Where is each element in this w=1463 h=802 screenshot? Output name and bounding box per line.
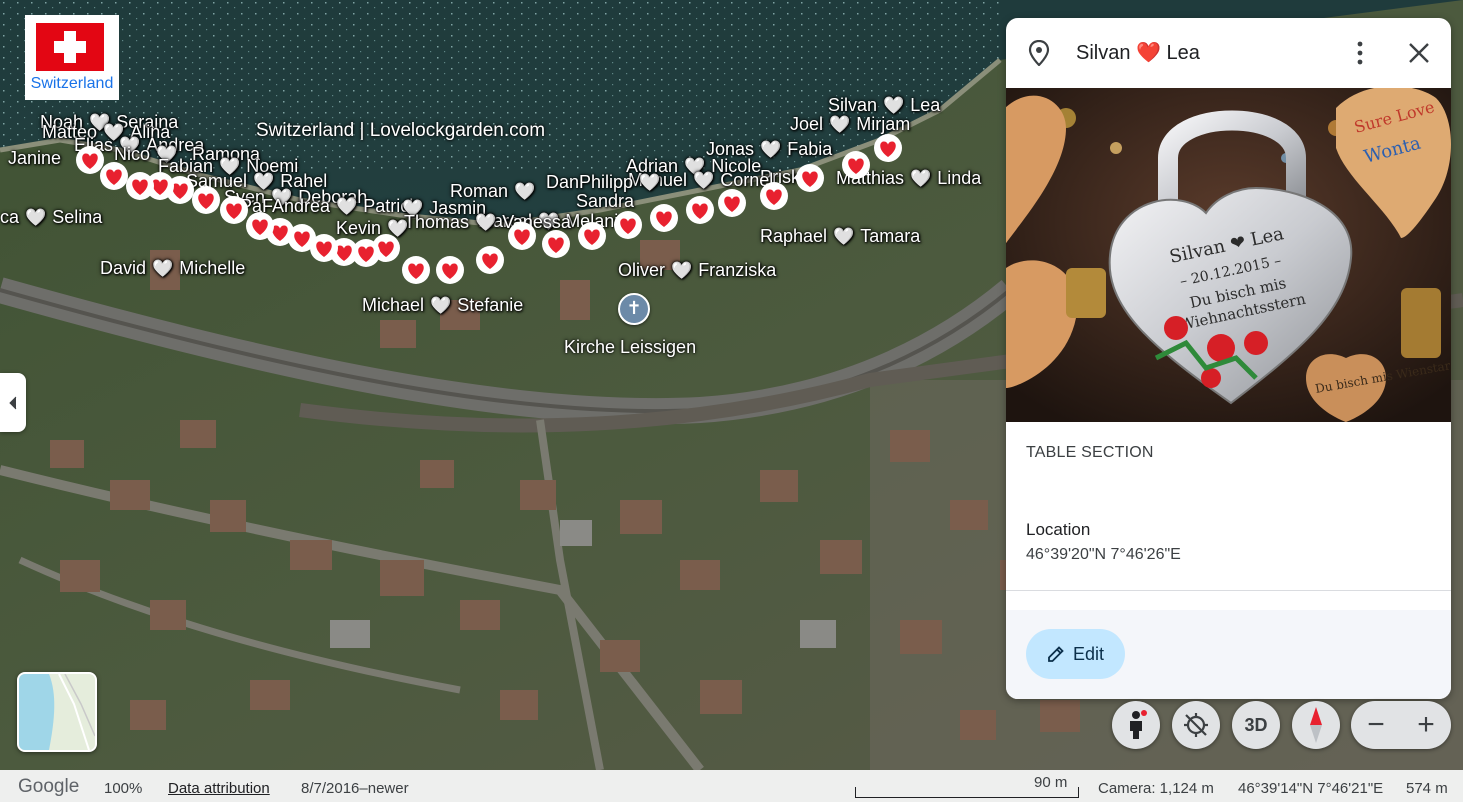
heart-pin[interactable]	[220, 196, 248, 224]
heart-pin[interactable]	[246, 212, 274, 240]
compass-icon	[1310, 707, 1322, 743]
elevation: 574 m	[1406, 780, 1448, 797]
3d-toggle-button[interactable]: 3D	[1232, 701, 1280, 749]
flag-caption: Switzerland	[30, 75, 114, 92]
place-details-panel: Silvan ❤️ Lea Sure Love Wonta Du bisch m…	[1006, 18, 1451, 699]
compass-button[interactable]	[1292, 701, 1340, 749]
heart-pin[interactable]	[650, 204, 678, 232]
panel-header: Silvan ❤️ Lea	[1006, 18, 1451, 88]
minimap[interactable]	[17, 672, 97, 752]
heart-pin[interactable]	[402, 256, 430, 284]
scale-bar	[855, 787, 1079, 798]
edit-button[interactable]: Edit	[1026, 629, 1125, 679]
camera-altitude: Camera: 1,124 m	[1098, 780, 1214, 797]
location-pin-icon	[1028, 40, 1050, 66]
zoom-out-button[interactable]: −	[1351, 701, 1401, 749]
panel-footer: Edit	[1006, 610, 1451, 699]
heart-pin[interactable]	[542, 230, 570, 258]
heart-pin[interactable]	[476, 246, 504, 274]
church-label[interactable]: Kirche Leissigen	[564, 337, 696, 358]
heart-pin[interactable]	[760, 182, 788, 210]
minimap-image	[19, 674, 95, 750]
data-attribution-link[interactable]: Data attribution	[168, 780, 270, 797]
panel-title: Silvan ❤️ Lea	[1076, 42, 1200, 64]
more-options-icon[interactable]	[1348, 40, 1372, 66]
heart-pin[interactable]	[126, 172, 154, 200]
heart-pin[interactable]	[578, 222, 606, 250]
heart-pin[interactable]	[508, 222, 536, 250]
location-off-button[interactable]	[1172, 701, 1220, 749]
heart-pin[interactable]	[686, 196, 714, 224]
zoom-level: 100%	[104, 780, 143, 797]
zoom-controls: − +	[1351, 701, 1451, 749]
table-section-heading: TABLE SECTION	[1026, 444, 1154, 461]
status-bar: Google 100% Data attribution 8/7/2016–ne…	[0, 770, 1463, 802]
heart-pin[interactable]	[874, 134, 902, 162]
heart-pin[interactable]	[842, 151, 870, 179]
swiss-flag-icon	[36, 23, 104, 71]
edit-label: Edit	[1072, 643, 1105, 664]
google-logo: Google	[18, 776, 80, 797]
pegman-icon	[1130, 710, 1147, 739]
chevron-left-icon	[9, 396, 17, 409]
street-view-button[interactable]	[1112, 701, 1160, 749]
pencil-icon	[1048, 646, 1064, 662]
heart-pin[interactable]	[436, 256, 464, 284]
heart-pin[interactable]	[614, 211, 642, 239]
heart-pin[interactable]	[76, 146, 104, 174]
close-icon[interactable]	[1408, 42, 1430, 64]
location-disabled-icon	[1184, 713, 1208, 737]
heart-pin[interactable]	[192, 186, 220, 214]
love-lock-illustration: Sure Love Wonta Du bisch mis Wienstar Si…	[1006, 88, 1451, 422]
divider	[1006, 590, 1451, 591]
3d-label: 3D	[1244, 714, 1268, 735]
heart-pin[interactable]	[100, 162, 128, 190]
expand-sidebar-button[interactable]	[0, 373, 26, 432]
imagery-date: 8/7/2016–newer	[301, 780, 409, 797]
heart-pin[interactable]	[796, 164, 824, 192]
location-value: 46°39'20"N 7°46'26"E	[1026, 546, 1181, 563]
cursor-coordinates: 46°39'14"N 7°46'21"E	[1238, 780, 1384, 797]
location-label: Location	[1026, 520, 1091, 539]
switzerland-flag-logo: Switzerland	[25, 15, 119, 100]
church-icon[interactable]: ✝	[618, 293, 650, 325]
heart-pin[interactable]	[718, 189, 746, 217]
zoom-in-button[interactable]: +	[1401, 701, 1451, 749]
love-lock-photo[interactable]: Sure Love Wonta Du bisch mis Wienstar Si…	[1006, 88, 1451, 422]
